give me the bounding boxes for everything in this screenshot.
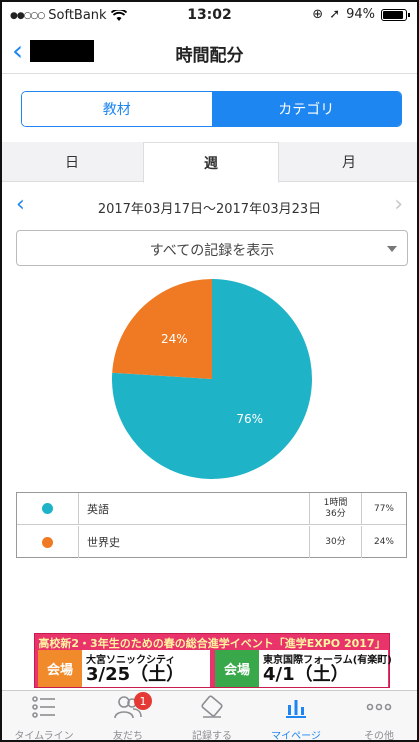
navigation-bar: ‹ 時間配分 [2,30,417,74]
battery-icon [381,8,410,21]
tab-bar: タイムライン 1 友だち 記録する マイページ その他 [2,690,417,742]
percent-cell: 77% [373,503,394,514]
page-title: 時間配分 [175,46,244,66]
battery-percent: 94% [346,7,375,22]
status-bar: ●●○○○ SoftBank 13:02 ⊕ ➚ 94% [2,2,417,30]
screen: ●●○○○ SoftBank 13:02 ⊕ ➚ 94% ‹ 時間配分 教材 カ… [0,0,419,742]
segment-category[interactable]: カテゴリ [211,92,401,126]
tab-friends[interactable]: 1 友だち [86,691,170,742]
more-icon [337,695,417,721]
legend-swatch [42,503,53,514]
date-range-label: 2017年03月17日〜2017年03月23日 [97,202,322,217]
location-icon: ➚ [329,7,341,22]
tab-label: 記録する [192,731,232,742]
tab-timeline[interactable]: タイムライン [2,691,86,742]
segment-materials[interactable]: 教材 [22,92,212,126]
percent-cell: 24% [373,537,394,547]
pie-slice-2 [112,279,212,379]
record-filter-select[interactable]: すべての記録を表示 [16,230,408,266]
people-icon [86,695,170,721]
period-tabs: 日 週 月 [2,142,417,183]
legend-swatch [42,536,53,548]
tab-more[interactable]: その他 [337,691,417,742]
segmented-control: 教材 カテゴリ [21,91,402,127]
tab-label: 友だち [113,731,143,742]
list-icon [2,695,86,721]
date-range-row: ‹ 2017年03月17日〜2017年03月23日 › [2,192,417,220]
category-name: 世界史 [79,526,310,558]
ad-headline: 高校新2・3年生のための春の総合進学イベント「進学EXPO 2017」 [38,637,386,650]
table-row: 世界史 30分 24% [17,526,406,558]
ad-date: 4/1（土） [263,664,349,685]
pie-chart: 76% 24% [111,279,312,479]
record-filter-label: すべての記録を表示 [149,243,275,259]
duration-cell: 1時間 36分 [310,493,362,524]
tab-label: その他 [364,731,394,742]
ad-date: 3/25（土） [86,664,185,685]
eraser-icon [170,695,254,721]
ad-banner[interactable]: 高校新2・3年生のための春の総合進学イベント「進学EXPO 2017」 会場 大… [34,633,392,688]
ad-venue-tag: 会場 [215,650,259,687]
bar-chart-icon [254,695,338,721]
notification-badge: 1 [134,692,152,710]
duration-line: 1時間 [323,497,348,508]
ad-venue-tag: 会場 [38,650,82,687]
legend-table: 英語 1時間 36分 77% 世界史 30分 24% [16,492,407,558]
tab-day[interactable]: 日 [2,142,142,182]
next-period-icon[interactable]: › [394,192,403,218]
pie-slice-label: 24% [161,332,188,346]
pie-slice-label: 76% [236,412,263,426]
tab-month[interactable]: 月 [279,142,417,182]
duration-line: 36分 [325,508,346,519]
duration-cell: 30分 [310,526,362,558]
tab-record[interactable]: 記録する [170,691,254,742]
ad-panel: 会場 大宮ソニックシティ 3/25（土） [38,650,210,687]
tab-mypage[interactable]: マイページ [254,691,338,742]
rotation-lock-icon: ⊕ [312,7,324,22]
tab-label: タイムライン [14,731,74,742]
ad-panel: 会場 東京国際フォーラム(有楽町) 4/1（土） [215,650,392,687]
category-name: 英語 [79,493,310,524]
tab-week[interactable]: 週 [143,142,279,183]
table-row: 英語 1時間 36分 77% [17,493,406,525]
tab-label: マイページ [271,731,321,742]
caret-down-icon [387,246,397,252]
